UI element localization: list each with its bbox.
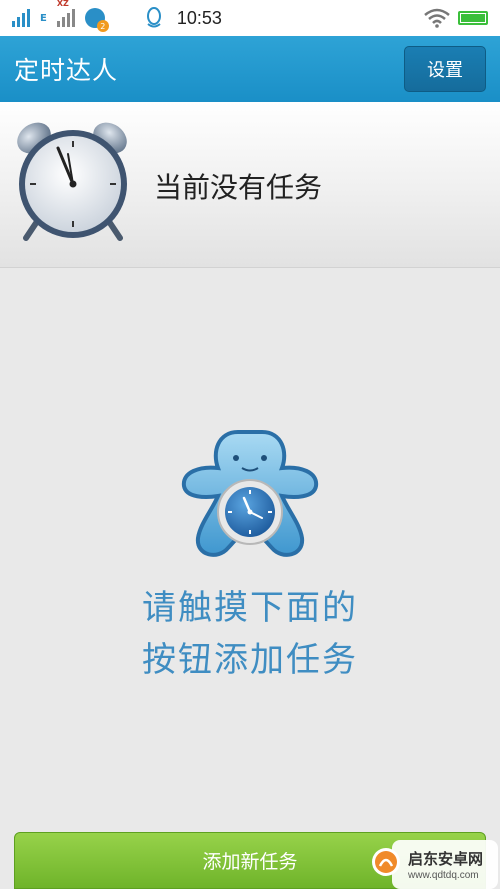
battery-level xyxy=(461,14,485,22)
signal-icon xyxy=(12,9,30,27)
signal-2-icon: XZ xyxy=(56,0,75,27)
status-right xyxy=(424,8,488,28)
hint-line-2: 按钮添加任务 xyxy=(142,640,358,680)
no-task-text: 当前没有任务 xyxy=(154,171,323,204)
hint-line-1: 请触摸下面的 xyxy=(142,588,358,628)
network-type-label: E xyxy=(40,12,47,24)
app-notification-icon: 2 xyxy=(84,8,109,32)
alarm-clock-icon xyxy=(17,122,127,241)
notification-count: 2 xyxy=(96,20,109,32)
status-time: 10:53 xyxy=(176,7,222,28)
wifi-icon xyxy=(424,8,450,28)
qq-icon xyxy=(146,7,161,28)
status-bar: E XZ 2 10:53 xyxy=(0,0,500,36)
watermark-title: 启东安卓网 xyxy=(408,850,484,868)
mascot-clock-icon xyxy=(181,430,319,557)
status-left: E XZ 2 xyxy=(12,0,109,32)
roaming-label: XZ xyxy=(56,0,69,8)
settings-button[interactable]: 设置 xyxy=(404,46,486,92)
app-title: 定时达人 xyxy=(14,56,119,85)
current-task-panel: 当前没有任务 xyxy=(0,102,500,268)
title-bar: 定时达人 设置 xyxy=(0,36,500,102)
watermark-url: www.qdtdq.com xyxy=(408,870,479,881)
battery-icon xyxy=(458,11,488,25)
